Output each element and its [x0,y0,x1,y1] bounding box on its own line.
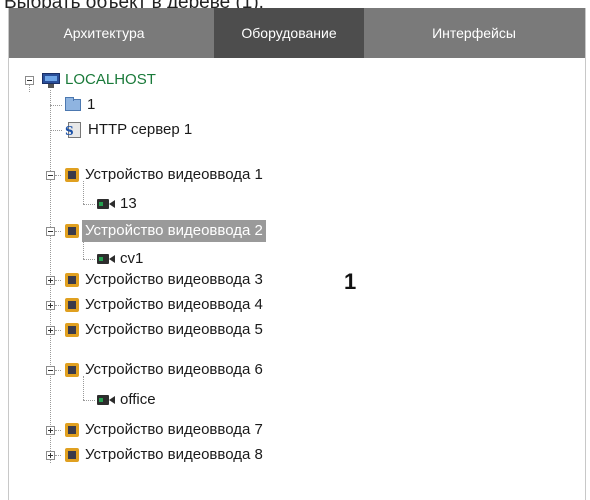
tree-node-label: LOCALHOST [65,71,156,88]
tree-node-label: HTTP сервер 1 [88,121,193,138]
video-device-icon [65,273,79,287]
expand-toggle[interactable] [46,326,55,335]
tree-node-label: Устройство видеоввода 5 [85,321,263,338]
tree-node-localhost[interactable]: LOCALHOST [42,69,156,91]
tree-node-folder[interactable]: 1 [65,94,95,116]
camera-icon [97,198,115,210]
tree-connector [55,175,61,176]
collapse-toggle[interactable] [25,76,34,85]
tree-connector [55,330,61,331]
expand-toggle[interactable] [46,426,55,435]
tree-node-camera-cv1[interactable]: cv1 [97,248,143,270]
camera-icon [97,394,115,406]
expand-toggle[interactable] [46,276,55,285]
tree-node-device-2[interactable]: Устройство видеоввода 2 [65,220,266,242]
tree-connector [55,370,61,371]
tree-connector [83,259,95,260]
object-tree: LOCALHOST 1 S HTTP сервер 1 Устройство в… [9,58,585,500]
tree-node-label-selected: Устройство видеоввода 2 [82,220,266,242]
computer-icon [42,72,60,88]
http-server-icon: S [65,122,83,138]
tree-node-device-4[interactable]: Устройство видеоввода 4 [65,294,263,316]
step-marker: 1 [344,269,357,294]
tree-node-device-7[interactable]: Устройство видеоввода 7 [65,419,263,441]
object-tree-panel: Архитектура Оборудование Интерфейсы LOCA… [8,8,586,500]
tree-connector [83,204,95,205]
tree-connector [50,105,62,106]
tree-node-camera-office[interactable]: office [97,389,156,411]
video-device-icon [65,363,79,377]
video-device-icon [65,323,79,337]
tree-connector [55,280,61,281]
tree-connector [50,130,62,131]
collapse-toggle[interactable] [46,227,55,236]
tree-connector [83,400,95,401]
video-device-icon [65,168,79,182]
tree-node-device-1[interactable]: Устройство видеоввода 1 [65,164,263,186]
tree-node-label: Устройство видеоввода 4 [85,296,263,313]
tree-node-label: Устройство видеоввода 7 [85,421,263,438]
tree-connector [55,430,61,431]
tree-node-device-3[interactable]: Устройство видеоввода 3 [65,269,263,291]
collapse-toggle[interactable] [46,171,55,180]
tree-node-label: Устройство видеоввода 6 [85,361,263,378]
tree-node-http-server[interactable]: S HTTP сервер 1 [65,119,192,141]
video-device-icon [65,423,79,437]
tab-equipment[interactable]: Оборудование [214,8,364,58]
tree-node-label: Устройство видеоввода 3 [85,271,263,288]
tab-bar: Архитектура Оборудование Интерфейсы [9,8,585,58]
tree-node-label: 13 [120,195,137,212]
tree-node-label: Устройство видеоввода 8 [85,446,263,463]
tree-node-label: Устройство видеоввода 1 [85,166,263,183]
tab-interfaces[interactable]: Интерфейсы [379,8,569,58]
tree-node-device-6[interactable]: Устройство видеоввода 6 [65,359,263,381]
tree-node-camera-13[interactable]: 13 [97,193,137,215]
tab-architecture[interactable]: Архитектура [9,8,199,58]
tree-node-label: office [120,391,156,408]
expand-toggle[interactable] [46,451,55,460]
camera-icon [97,253,115,265]
collapse-toggle[interactable] [46,366,55,375]
video-device-icon [65,224,79,238]
folder-icon [65,97,81,111]
tree-node-device-5[interactable]: Устройство видеоввода 5 [65,319,263,341]
expand-toggle[interactable] [46,301,55,310]
tree-connector [55,305,61,306]
tree-node-label: cv1 [120,250,144,267]
tree-connector [55,455,61,456]
video-device-icon [65,448,79,462]
tree-node-device-8[interactable]: Устройство видеоввода 8 [65,444,263,466]
tree-connector [55,231,61,232]
video-device-icon [65,298,79,312]
tree-node-label: 1 [87,96,96,113]
